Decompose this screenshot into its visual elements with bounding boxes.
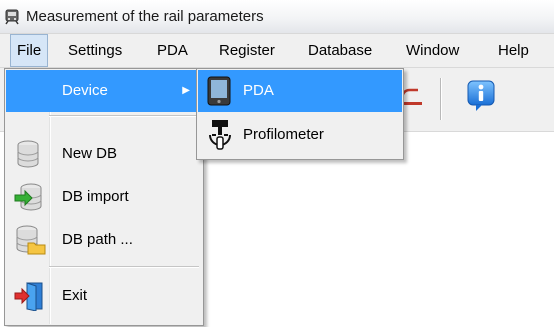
menu-item-db-path[interactable]: DB path ...	[6, 219, 202, 261]
title-bar: Measurement of the rail parameters	[0, 0, 554, 34]
pda-icon	[207, 76, 231, 106]
menu-item-label: Exit	[62, 287, 88, 304]
exit-door-icon	[14, 282, 43, 311]
database-folder-icon	[16, 225, 46, 255]
database-icon	[17, 140, 39, 168]
menu-database[interactable]: Database	[302, 34, 378, 67]
menu-separator	[49, 266, 199, 268]
menu-item-profilometer[interactable]: Profilometer	[198, 114, 402, 156]
menu-separator	[49, 115, 199, 117]
menu-bar: File Settings PDA Register Database Wind…	[0, 34, 554, 68]
menu-item-device[interactable]: Device ▶	[6, 70, 202, 112]
profilometer-icon	[209, 120, 231, 150]
menu-window[interactable]: Window	[400, 34, 465, 67]
menu-item-db-import[interactable]: DB import	[6, 176, 202, 218]
train-icon	[5, 9, 19, 25]
menu-item-pda[interactable]: PDA	[198, 70, 402, 112]
device-submenu: PDA Profilometer	[196, 68, 404, 160]
menu-item-new-db[interactable]: New DB	[6, 133, 202, 175]
menu-item-label: DB path ...	[62, 231, 133, 248]
menu-help[interactable]: Help	[492, 34, 535, 67]
info-icon[interactable]	[462, 78, 500, 114]
menu-item-label: Device	[62, 82, 108, 99]
menu-settings[interactable]: Settings	[62, 34, 128, 67]
menu-item-exit[interactable]: Exit	[6, 275, 202, 317]
window-title: Measurement of the rail parameters	[26, 8, 264, 25]
menu-pda[interactable]: PDA	[151, 34, 194, 67]
menu-item-label: PDA	[243, 82, 274, 99]
menu-item-label: New DB	[62, 145, 118, 162]
database-import-icon	[14, 183, 42, 211]
toolbar-separator	[440, 78, 442, 120]
submenu-arrow-icon: ▶	[182, 85, 190, 96]
file-menu-dropdown: Device ▶ New DB DB import DB path ... Ex…	[4, 68, 204, 326]
menu-register[interactable]: Register	[213, 34, 281, 67]
menu-file[interactable]: File	[10, 34, 49, 67]
menu-item-label: DB import	[62, 188, 129, 205]
menu-item-label: Profilometer	[243, 126, 324, 143]
